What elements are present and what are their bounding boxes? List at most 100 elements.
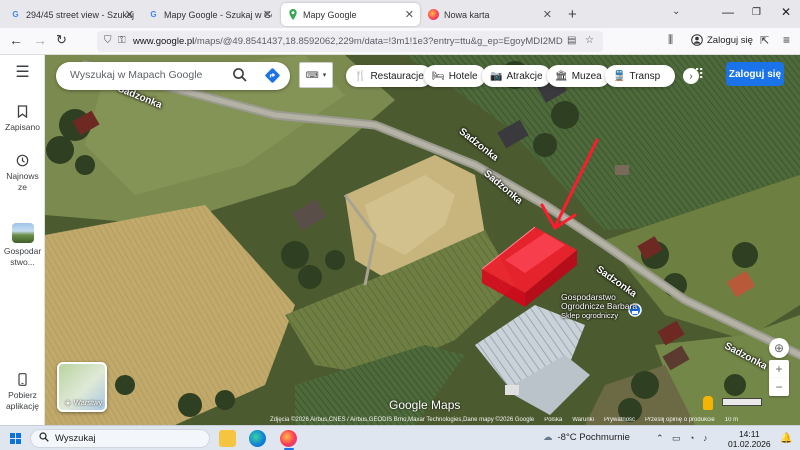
phone-icon	[0, 373, 45, 387]
street-view-pegman-icon[interactable]	[703, 396, 713, 410]
satellite-map[interactable]: Sadzonka Sadzonka Sadzonka Sadzonka Sadz…	[45, 55, 800, 425]
my-location-button[interactable]: ⊕	[769, 338, 789, 358]
camera-icon: 📷	[490, 70, 503, 82]
close-icon[interactable]: ✕	[405, 8, 414, 21]
keyboard-icon: ⌨	[305, 69, 319, 80]
clock-date: 01.02.2026	[728, 439, 771, 449]
windows-start-icon[interactable]	[10, 433, 21, 444]
bookmark-icon	[0, 105, 45, 119]
input-tools-button[interactable]: ⌨ ▾	[299, 62, 333, 88]
sign-in-button[interactable]: Zaloguj się	[726, 62, 784, 86]
new-tab-button[interactable]: +	[568, 6, 577, 23]
weather-text: -8°C Pochmurnie	[557, 432, 630, 443]
zoom-in-button[interactable]: +	[769, 360, 789, 378]
tab-label: 294/45 street view - Szukaj w Go	[26, 9, 134, 20]
address-bar[interactable]: ⛉ ⚿ www.google.pl/maps/@49.8541437,18.85…	[97, 31, 603, 52]
tab-street-view-search[interactable]: G 294/45 street view - Szukaj w Go ✕	[4, 3, 140, 26]
browser-nav-bar: ← → ↻ ⛉ ⚿ www.google.pl/maps/@49.8541437…	[0, 28, 800, 55]
chip-hotels[interactable]: 🛏 Hotele	[424, 65, 486, 87]
bookmark-star-icon[interactable]: ☆	[585, 35, 594, 46]
library-icon[interactable]: ⫼	[668, 34, 673, 47]
tab-label: Nowa karta	[444, 9, 490, 20]
rail-item-get-app[interactable]: Pobierz aplikację	[0, 373, 45, 412]
url-text: www.google.pl/maps/@49.8541437,18.859206…	[133, 36, 563, 47]
terms-link[interactable]: Warunki	[572, 417, 594, 425]
chip-museums[interactable]: 🏛 Muzea	[547, 65, 610, 87]
place-category: Sklep ogrodniczy	[561, 311, 619, 320]
privacy-link[interactable]: Prywatność	[604, 417, 635, 425]
tab-label: Mapy Google	[303, 9, 357, 20]
menu-icon[interactable]: ≡	[783, 33, 790, 47]
taskbar-search-placeholder: Wyszukaj	[55, 433, 96, 444]
museum-icon: 🏛	[555, 70, 568, 82]
crosshair-icon: ⊕	[773, 341, 785, 355]
minus-icon: −	[775, 380, 783, 394]
search-icon	[39, 432, 49, 445]
scale-label[interactable]: 10 m	[725, 417, 738, 425]
rail-label: Zapisano	[5, 122, 40, 132]
place-thumbnail	[11, 223, 34, 243]
restaurant-icon: 🍴	[354, 70, 367, 82]
close-icon[interactable]: ✕	[263, 8, 272, 21]
search-icon[interactable]	[232, 67, 250, 85]
chip-label: Muzea	[571, 70, 602, 82]
google-maps-logo: Google Maps	[389, 398, 461, 412]
chip-restaurants[interactable]: 🍴 Restauracje	[346, 65, 432, 87]
apps-grid-icon[interactable]: ⠿	[694, 66, 704, 83]
rail-item-saved[interactable]: Zapisano	[0, 105, 45, 133]
close-window-icon[interactable]: ✕	[781, 5, 791, 19]
lock-icon[interactable]: ⚿	[118, 35, 126, 46]
maps-side-rail: ☰ Zapisano Najnowsze Gospodarstwo... Pob…	[0, 55, 45, 425]
taskbar-search[interactable]: Wyszukaj	[30, 429, 210, 448]
chip-label: Restauracje	[370, 70, 424, 82]
zoom-out-button[interactable]: −	[769, 378, 789, 396]
forward-icon[interactable]: →	[33, 32, 47, 48]
chip-label: Hotele	[448, 70, 478, 82]
rail-label: Najnowsze	[6, 171, 39, 192]
menu-hamburger-button[interactable]: ☰	[0, 64, 45, 81]
close-icon[interactable]: ✕	[125, 8, 134, 21]
place-label[interactable]: Gospodarstwo Ogrodnicze Barbara Sklep og…	[561, 293, 637, 321]
map-attribution: Zdjęcia ©2026 Airbus,CNES / Airbus,GEODI…	[270, 417, 738, 425]
system-tray[interactable]: ⌃ ▭ ◔ ♪	[656, 433, 710, 444]
file-explorer-icon[interactable]	[219, 430, 236, 447]
maps-pin-icon	[287, 9, 298, 20]
weather-widget[interactable]: ☁ -8°C Pochmurnie	[543, 432, 630, 443]
layers-label: Warstwy	[73, 398, 103, 407]
scale-bar[interactable]	[722, 398, 762, 406]
browser-account-button[interactable]: Zaloguj się	[691, 34, 753, 46]
back-icon[interactable]: ←	[9, 32, 23, 48]
region-link[interactable]: Polska	[544, 417, 562, 425]
search-input[interactable]	[70, 69, 230, 81]
layers-icon: ◈	[65, 398, 71, 407]
minimize-icon[interactable]: —	[722, 5, 734, 19]
tab-list-icon[interactable]: ⌄	[672, 6, 680, 17]
chip-attractions[interactable]: 📷 Atrakcje	[482, 65, 551, 87]
directions-icon[interactable]	[264, 67, 282, 85]
notification-bell-icon[interactable]: 🔔	[780, 433, 792, 444]
rail-item-recent[interactable]: Najnowsze	[0, 154, 45, 193]
extensions-icon[interactable]: ⇱	[760, 34, 769, 47]
chip-transit[interactable]: 🚆 Transp	[605, 65, 675, 87]
layers-button[interactable]: ◈ Warstwy	[57, 362, 107, 412]
clock[interactable]: 14:11 01.02.2026	[728, 429, 771, 449]
shield-icon[interactable]: ⛉	[104, 35, 112, 46]
reader-icon[interactable]: ▤	[567, 35, 576, 46]
reload-icon[interactable]: ↻	[56, 32, 67, 48]
tab-maps-search[interactable]: G Mapy Google - Szukaj w Google ✕	[142, 3, 278, 26]
feedback-link[interactable]: Prześlij opinię o produkcie	[645, 417, 715, 425]
rail-item-recent-place[interactable]: Gospodarstwo...	[0, 223, 45, 268]
tab-label: Mapy Google - Szukaj w Google	[164, 9, 272, 20]
google-icon: G	[12, 10, 19, 19]
tab-google-maps[interactable]: Mapy Google ✕	[281, 3, 420, 26]
bed-icon: 🛏	[432, 70, 445, 82]
edge-icon[interactable]	[249, 430, 266, 447]
windows-taskbar: Wyszukaj ☁ -8°C Pochmurnie ⌃ ▭ ◔ ♪ 14:11…	[0, 425, 800, 450]
layers-label-row: ◈ Warstwy	[65, 398, 102, 407]
maps-search-box[interactable]	[56, 62, 290, 90]
hamburger-icon: ☰	[15, 64, 30, 81]
firefox-icon[interactable]	[280, 430, 297, 447]
close-icon[interactable]: ✕	[543, 8, 552, 21]
restore-icon[interactable]: ❐	[752, 7, 761, 18]
tab-new-tab[interactable]: Nowa karta ✕	[422, 3, 558, 26]
